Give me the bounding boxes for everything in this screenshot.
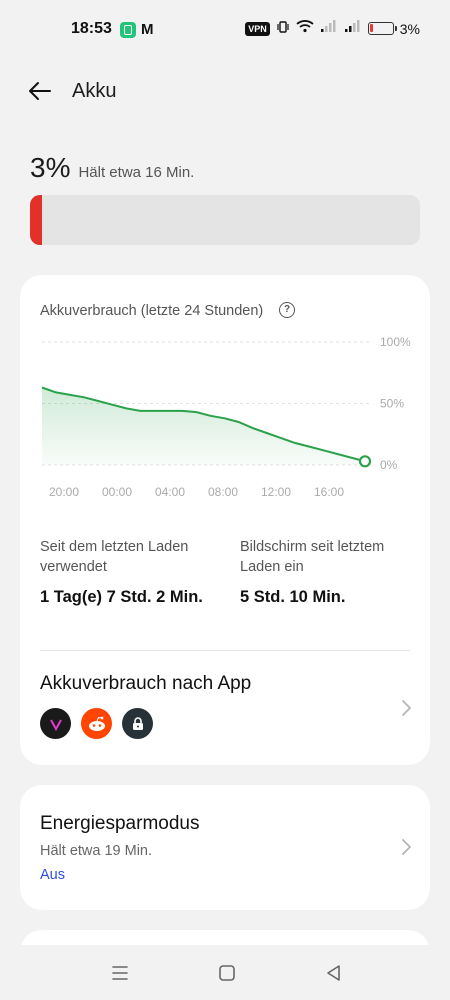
y-tick-label: 0%: [380, 458, 398, 472]
back-nav-button[interactable]: [324, 963, 344, 983]
since-charge-label: Seit dem letzten Laden verwendet: [40, 539, 189, 575]
battery-level-bar: [30, 195, 420, 245]
power-saving-estimate: Hält etwa 19 Min.: [40, 843, 153, 859]
home-button[interactable]: [217, 963, 237, 983]
chart-title: Akkuverbrauch (letzte 24 Stunden): [40, 303, 264, 319]
app-header: Akku: [0, 74, 450, 110]
recent-apps-button[interactable]: [110, 963, 130, 983]
app-icon-list: [40, 708, 153, 739]
x-tick-label: 20:00: [49, 485, 79, 499]
battery-icon: [367, 22, 397, 35]
chevron-right-icon: [402, 839, 411, 855]
power-saving-status: Aus: [40, 867, 65, 883]
lock-app-icon: [122, 708, 153, 739]
x-tick-label: 00:00: [102, 485, 132, 499]
arrow-left-icon: [29, 82, 51, 100]
help-icon[interactable]: ?: [279, 302, 295, 318]
current-level-point: [358, 455, 372, 468]
screen-on-stat: Bildschirm seit letztem Laden ein 5 Std.…: [240, 537, 410, 609]
y-tick-label: 100%: [380, 335, 411, 349]
usage-by-app-row[interactable]: Akkuverbrauch nach App: [20, 651, 430, 765]
power-saving-card[interactable]: Energiesparmodus Hält etwa 19 Min. Aus: [20, 785, 430, 910]
battery-level-fill: [30, 195, 42, 245]
x-tick-label: 08:00: [208, 485, 238, 499]
wifi-icon: [296, 19, 314, 38]
page-title: Akku: [72, 80, 117, 102]
battery-percent: 3%: [30, 152, 71, 183]
battery-estimate: Hält etwa 16 Min.: [78, 164, 195, 181]
status-battery-percent: 3%: [399, 20, 420, 37]
signal-icon: [320, 19, 338, 38]
status-time: 18:53: [71, 20, 112, 37]
x-tick-label: 12:00: [261, 485, 291, 499]
chevron-right-icon: [402, 700, 411, 716]
x-tick-label: 04:00: [155, 485, 185, 499]
since-charge-value: 1 Tag(e) 7 Std. 2 Min.: [40, 588, 203, 606]
vpn-icon: VPN: [245, 21, 270, 36]
screen-on-label: Bildschirm seit letztem Laden ein: [240, 539, 385, 575]
navigation-bar: [0, 945, 450, 1000]
screen-on-value: 5 Std. 10 Min.: [240, 588, 346, 606]
usage-by-app-title: Akkuverbrauch nach App: [40, 673, 252, 694]
power-saving-title: Energiesparmodus: [40, 813, 200, 834]
battery-usage-card: Akkuverbrauch (letzte 24 Stunden) ? 100%…: [20, 275, 430, 765]
vpn-app-icon: [40, 708, 71, 739]
vibrate-icon: [276, 20, 290, 37]
gmail-icon: M: [141, 21, 154, 38]
reddit-icon: [81, 708, 112, 739]
battery-summary: 3% Hält etwa 16 Min.: [30, 152, 194, 184]
since-charge-stat: Seit dem letzten Laden verwendet 1 Tag(e…: [40, 537, 220, 609]
status-bar: 18:53 M VPN 3%: [0, 0, 450, 60]
back-button[interactable]: [22, 74, 58, 110]
app-notification-icon: [120, 22, 136, 38]
y-tick-label: 50%: [380, 397, 404, 411]
battery-usage-chart: 100% 50% 0% 20:00 00:00 04:00 08:00 12:00 16:00: [41, 335, 411, 499]
signal-icon-2: [344, 19, 362, 38]
status-indicators: VPN 3%: [245, 19, 420, 38]
x-tick-label: 16:00: [314, 485, 344, 499]
